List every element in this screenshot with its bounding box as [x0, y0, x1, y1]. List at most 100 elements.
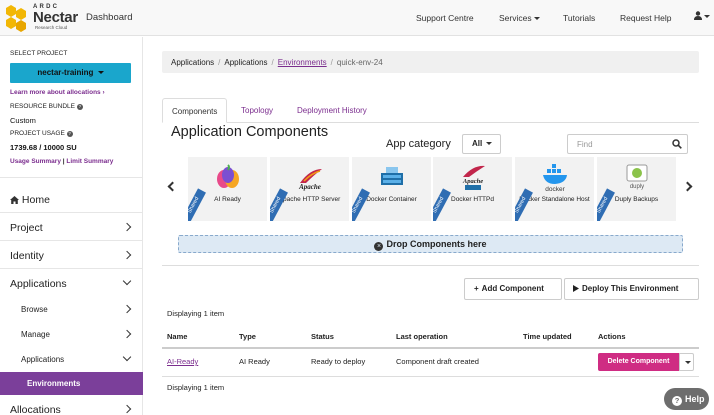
close-circle-icon: × — [374, 242, 384, 251]
tab-topology[interactable]: Topology — [232, 98, 282, 123]
add-component-label: Add Component — [481, 284, 544, 293]
svg-text:Apache: Apache — [462, 178, 483, 185]
row-actions-dropdown[interactable] — [679, 353, 694, 371]
breadcrumb: Applications / Applications / Environments / q… — [162, 51, 699, 73]
deploy-environment-label: Deploy This Environment — [582, 284, 679, 293]
component-card-apache-http-server[interactable]: Apache Apache HTTP Server Shared — [270, 157, 349, 221]
nav-support-centre[interactable]: Support Centre — [416, 13, 474, 23]
environment-tabs: Components Topology Deployment History — [162, 98, 699, 123]
app-category-label: App category — [386, 138, 451, 150]
chevron-right-icon — [122, 250, 132, 260]
component-card-duply-backups[interactable]: duply Duply Backups Shared — [597, 157, 676, 221]
plus-icon: + — [474, 284, 479, 293]
sidebar-item-applications-sub-label: Applications — [21, 355, 65, 364]
sidebar-item-applications-label: Applications — [10, 278, 67, 290]
column-header-time-updated[interactable]: Time updated — [523, 332, 572, 341]
search-icon[interactable] — [672, 139, 682, 149]
tab-components[interactable]: Components — [162, 98, 228, 123]
nav-services-label: Services — [499, 13, 532, 23]
project-usage-label-text: PROJECT USAGE — [10, 130, 65, 137]
sidebar-item-browse-label: Browse — [21, 305, 48, 314]
chevron-down-icon — [533, 17, 540, 21]
nectar-logo-icon[interactable] — [4, 4, 32, 32]
resource-bundle-label: RESOURCE BUNDLE ? — [10, 103, 83, 110]
column-header-type[interactable]: Type — [239, 332, 256, 341]
displaying-count-bottom: Displaying 1 item — [167, 383, 225, 392]
application-components-title: Application Components — [171, 124, 329, 140]
nav-services[interactable]: Services — [499, 13, 540, 23]
chevron-down-icon — [122, 352, 132, 362]
chevron-down-icon — [97, 71, 104, 75]
row-status: Ready to deploy — [311, 357, 366, 366]
svg-text:docker: docker — [545, 186, 565, 191]
section-divider — [162, 265, 699, 266]
add-component-button[interactable]: + Add Component — [464, 278, 562, 300]
play-icon — [573, 284, 579, 292]
chevron-right-icon — [122, 304, 132, 314]
chevron-down-icon — [486, 142, 493, 146]
row-name-link[interactable]: AI-Ready — [167, 357, 198, 366]
learn-more-allocations-link[interactable]: Learn more about allocations › — [10, 89, 105, 96]
breadcrumb-applications: Applications — [171, 58, 215, 67]
ai-ready-icon — [217, 164, 239, 188]
component-card-docker-httpd[interactable]: Apache Docker HTTPd Shared — [433, 157, 512, 221]
help-label: Help — [685, 394, 705, 404]
row-last-operation: Component draft created — [396, 357, 479, 366]
app-category-dropdown[interactable]: All — [462, 134, 501, 154]
breadcrumb-separator: / — [271, 58, 274, 67]
breadcrumb-environments-link[interactable]: Environments — [278, 58, 327, 67]
breadcrumb-applications-sub: Applications — [224, 58, 268, 67]
deploy-environment-button[interactable]: Deploy This Environment — [564, 278, 699, 300]
tab-deployment-history[interactable]: Deployment History — [288, 98, 376, 123]
drop-components-zone[interactable]: × Drop Components here — [178, 235, 683, 253]
user-icon — [694, 11, 702, 20]
carousel-prev-icon[interactable] — [167, 181, 178, 192]
chevron-right-icon — [122, 329, 132, 339]
column-header-last-operation[interactable]: Last operation — [396, 332, 448, 341]
sidebar: SELECT PROJECT nectar-training Learn mor… — [0, 37, 143, 415]
docker-container-icon — [381, 167, 403, 185]
usage-summary-link[interactable]: Usage Summary — [10, 158, 61, 165]
limit-summary-link[interactable]: Limit Summary — [66, 158, 113, 165]
sidebar-item-manage-label: Manage — [21, 330, 50, 339]
find-input[interactable] — [568, 135, 668, 153]
component-card-ai-ready[interactable]: AI Ready Shared — [188, 157, 267, 221]
chevron-down-icon — [122, 276, 132, 286]
home-text: Home — [21, 194, 50, 206]
delete-component-button[interactable]: Delete Component — [598, 353, 679, 371]
chevron-right-icon — [122, 404, 132, 414]
column-header-name[interactable]: Name — [167, 332, 187, 341]
duply-backups-icon: duply — [626, 164, 648, 190]
brand-name[interactable]: Nectar — [33, 9, 78, 26]
project-usage-label: PROJECT USAGE ? — [10, 130, 73, 137]
sidebar-divider — [0, 177, 143, 178]
project-selector-button[interactable]: nectar-training — [10, 63, 131, 83]
help-circle-icon[interactable]: ? — [66, 131, 73, 137]
column-header-status[interactable]: Status — [311, 332, 334, 341]
help-circle-icon[interactable]: ? — [76, 104, 83, 110]
docker-whale-icon: docker — [543, 164, 567, 191]
nav-request-help[interactable]: Request Help — [620, 13, 672, 23]
find-box — [567, 134, 688, 154]
help-button[interactable]: ? Help — [664, 388, 709, 410]
component-card-docker-container[interactable]: Docker Container Shared — [352, 157, 431, 221]
usage-links: Usage Summary | Limit Summary — [10, 158, 113, 165]
sidebar-item-allocations-label: Allocations — [10, 404, 61, 415]
dashboard-title: Dashboard — [86, 12, 133, 23]
chevron-down-icon — [704, 15, 710, 18]
user-menu[interactable] — [694, 11, 710, 22]
drop-zone-label: Drop Components here — [386, 239, 487, 249]
nav-tutorials[interactable]: Tutorials — [563, 13, 595, 23]
sidebar-item-home-label: Home — [10, 194, 50, 206]
link-separator: | — [62, 158, 65, 165]
chevron-right-icon: › — [102, 89, 105, 96]
docker-httpd-icon: Apache — [462, 165, 485, 190]
table-header-line — [162, 347, 699, 349]
app-category-value: All — [472, 139, 483, 148]
sidebar-item-project-label: Project — [10, 222, 43, 234]
component-card-docker-standalone-host[interactable]: docker Docker Standalone Host Shared — [515, 157, 594, 221]
resource-bundle-label-text: RESOURCE BUNDLE — [10, 103, 76, 110]
carousel-next-icon[interactable] — [682, 181, 693, 192]
sidebar-item-environments[interactable]: Environments — [0, 372, 143, 395]
project-name: nectar-training — [37, 68, 94, 77]
